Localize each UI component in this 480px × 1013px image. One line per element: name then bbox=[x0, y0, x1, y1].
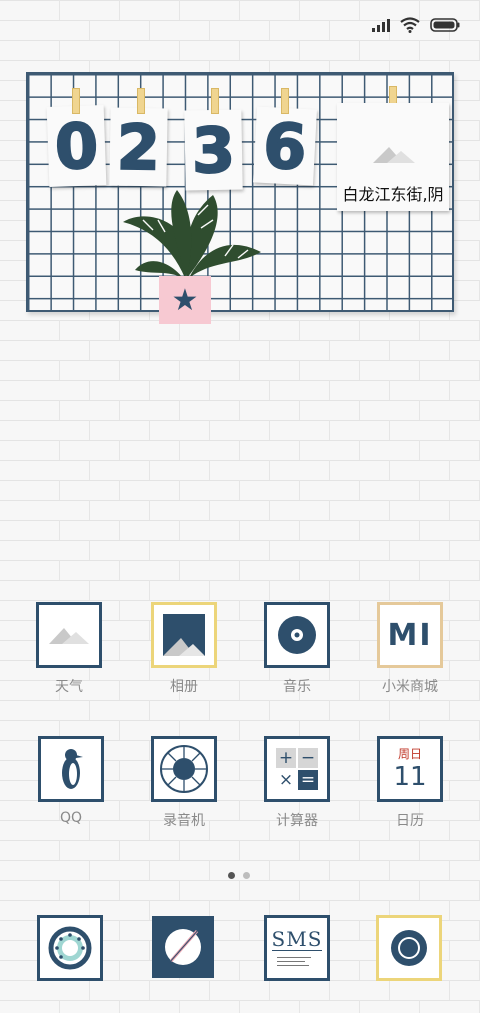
app-label: 录音机 bbox=[163, 813, 205, 829]
sms-icon[interactable]: SMS bbox=[264, 915, 330, 981]
calendar-weekday: 周日 bbox=[397, 747, 422, 761]
app-weather[interactable]: 天气 bbox=[24, 602, 114, 696]
app-recorder[interactable]: 录音机 bbox=[139, 736, 229, 830]
app-label: 日历 bbox=[396, 813, 424, 829]
signal-icon bbox=[372, 18, 390, 32]
app-mi-store[interactable]: MI 小米商城 bbox=[365, 602, 455, 696]
app-label: 相册 bbox=[170, 679, 198, 695]
music-icon[interactable] bbox=[264, 602, 330, 668]
qq-penguin-icon[interactable] bbox=[38, 736, 104, 802]
gallery-icon[interactable] bbox=[151, 602, 217, 668]
calculator-icon[interactable]: + − × = bbox=[264, 736, 330, 802]
page-dot[interactable] bbox=[243, 872, 250, 879]
clock-digit: 0 bbox=[53, 108, 101, 184]
weather-card[interactable]: 白龙江东街,阴 bbox=[337, 103, 449, 211]
clothespin-icon bbox=[211, 88, 219, 114]
app-music[interactable]: 音乐 bbox=[252, 602, 342, 696]
app-label: 音乐 bbox=[283, 679, 311, 695]
mi-logo: MI bbox=[387, 617, 433, 653]
calendar-icon[interactable]: 周日 11 bbox=[377, 736, 443, 802]
app-label: QQ bbox=[59, 810, 83, 826]
wifi-icon bbox=[400, 17, 420, 33]
sms-text: SMS bbox=[271, 926, 323, 951]
app-qq[interactable]: QQ bbox=[26, 736, 116, 826]
plus-key: + bbox=[276, 748, 296, 768]
hour-ones-card: 2 bbox=[109, 107, 168, 187]
monstera-plant-icon bbox=[123, 190, 261, 278]
status-bar bbox=[372, 14, 460, 36]
star-icon: ★ bbox=[171, 282, 199, 318]
clothespin-icon bbox=[137, 88, 145, 114]
page-dot-active[interactable] bbox=[228, 872, 235, 879]
minute-tens-card: 3 bbox=[184, 109, 243, 191]
weather-location-text: 白龙江东街,阴 bbox=[342, 185, 444, 204]
clock-digit: 3 bbox=[190, 112, 236, 188]
hour-tens-card: 0 bbox=[46, 105, 107, 187]
sms-lines bbox=[277, 954, 317, 969]
app-label: 计算器 bbox=[276, 813, 318, 829]
equals-key: = bbox=[298, 770, 318, 790]
app-label: 小米商城 bbox=[382, 679, 438, 695]
browser-icon[interactable] bbox=[152, 916, 214, 978]
page-indicator[interactable] bbox=[228, 872, 250, 879]
app-gallery[interactable]: 相册 bbox=[139, 602, 229, 696]
app-calculator[interactable]: + − × = 计算器 bbox=[252, 736, 342, 830]
app-calendar[interactable]: 周日 11 日历 bbox=[365, 736, 455, 830]
times-key: × bbox=[276, 770, 296, 790]
minute-ones-card: 6 bbox=[253, 106, 317, 186]
battery-icon bbox=[430, 18, 460, 32]
calendar-day: 11 bbox=[393, 762, 427, 792]
weather-icon[interactable] bbox=[36, 602, 102, 668]
clock-digit: 6 bbox=[261, 107, 310, 184]
app-label: 天气 bbox=[55, 679, 83, 695]
recorder-icon[interactable] bbox=[151, 736, 217, 802]
mountain-icon bbox=[373, 147, 415, 163]
clock-digit: 2 bbox=[115, 109, 161, 185]
clothespin-icon bbox=[72, 88, 80, 114]
phone-icon[interactable] bbox=[37, 915, 103, 981]
plant-pot: ★ bbox=[159, 276, 211, 324]
camera-icon[interactable] bbox=[376, 915, 442, 981]
mi-store-icon[interactable]: MI bbox=[377, 602, 443, 668]
minus-key: − bbox=[298, 748, 318, 768]
clothespin-icon bbox=[281, 88, 289, 114]
